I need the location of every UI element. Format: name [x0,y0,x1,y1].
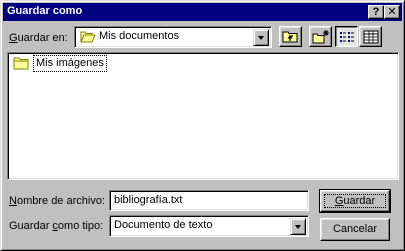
file-list[interactable]: Mis imágenes [7,52,399,180]
list-item-label: Mis imágenes [33,55,107,72]
save-in-dropdown-button[interactable] [253,29,269,46]
save-button-label: Guardar [334,195,376,207]
folder-open-icon [80,30,96,43]
new-folder-icon [312,29,330,44]
chevron-down-icon [258,36,264,40]
list-view-icon [339,30,355,44]
chevron-down-icon [295,225,301,229]
cancel-button-label: Cancelar [332,223,378,235]
list-item[interactable]: Mis imágenes [10,55,120,72]
save-button-face: Guardar [320,190,390,212]
save-in-value: Mis documentos [99,30,180,42]
save-button[interactable]: Guardar [319,189,391,213]
filename-label: Nombre de archivo: [9,195,105,207]
help-button[interactable]: ? [368,5,384,19]
close-icon: ✕ [387,6,397,18]
up-one-level-button[interactable] [279,26,302,47]
filetype-dropdown-button[interactable] [290,218,306,235]
save-in-combobox[interactable]: Mis documentos [74,26,272,48]
filetype-combobox[interactable]: Documento de texto [109,215,309,237]
folder-icon [13,56,30,70]
filename-value: bibliografía.txt [114,194,183,206]
save-as-dialog: Guardar como ? ✕ Guardar en: Mis documen… [0,0,405,251]
new-folder-button[interactable] [309,26,332,47]
title-bar[interactable]: Guardar como ? ✕ [3,3,402,21]
save-in-label: Guardar en: [9,32,68,44]
dialog-title: Guardar como [7,5,83,17]
up-one-level-icon [282,29,299,44]
filename-field[interactable]: bibliografía.txt [109,190,309,211]
filetype-value: Documento de texto [114,219,213,231]
details-view-icon [363,30,379,44]
list-view-button[interactable] [335,26,358,47]
filetype-label: Guardar como tipo: [9,220,104,232]
details-view-button[interactable] [359,26,382,47]
cancel-button[interactable]: Cancelar [320,218,390,241]
close-button[interactable]: ✕ [384,5,400,19]
